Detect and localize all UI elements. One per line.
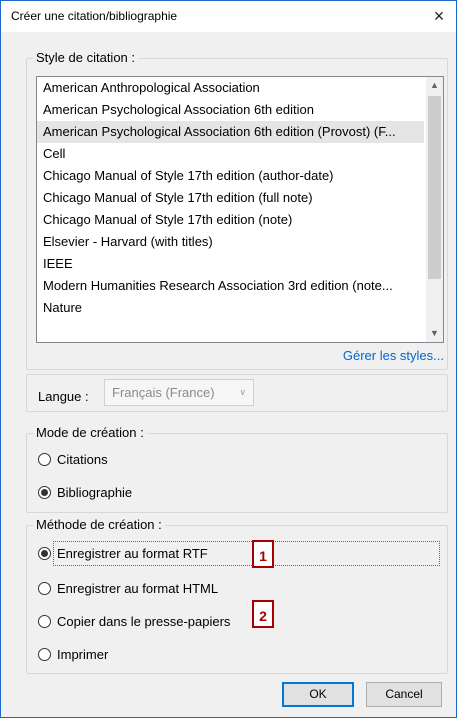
callout-badge-1: 1 bbox=[252, 540, 274, 568]
language-dropdown[interactable]: Français (France) ∨ bbox=[104, 379, 254, 406]
radio-save-html-label: Enregistrer au format HTML bbox=[57, 580, 219, 596]
list-item[interactable]: IEEE bbox=[37, 253, 424, 275]
create-citation-dialog: Créer une citation/bibliographie × Style… bbox=[0, 0, 457, 718]
list-item[interactable]: Modern Humanities Research Association 3… bbox=[37, 275, 424, 297]
window-title: Créer une citation/bibliographie bbox=[11, 9, 178, 23]
list-item[interactable]: Chicago Manual of Style 17th edition (fu… bbox=[37, 187, 424, 209]
scrollbar-thumb[interactable] bbox=[428, 96, 441, 279]
chevron-down-icon: ∨ bbox=[239, 387, 246, 397]
radio-icon bbox=[38, 647, 51, 661]
radio-citations[interactable]: Citations bbox=[38, 449, 108, 469]
radio-icon bbox=[38, 614, 51, 628]
radio-selected-icon bbox=[38, 485, 51, 499]
list-item[interactable]: Cell bbox=[37, 143, 424, 165]
list-item[interactable]: Elsevier - Harvard (with titles) bbox=[37, 231, 424, 253]
radio-copy-clipboard[interactable]: Copier dans le presse-papiers bbox=[38, 611, 230, 631]
scroll-up-icon[interactable]: ▲ bbox=[426, 77, 443, 94]
list-item[interactable]: American Anthropological Association bbox=[37, 77, 424, 99]
radio-selected-icon bbox=[38, 546, 51, 560]
radio-print-label: Imprimer bbox=[57, 646, 109, 662]
citation-style-label: Style de citation : bbox=[33, 50, 138, 65]
radio-citations-label: Citations bbox=[57, 451, 108, 467]
list-item[interactable]: Nature bbox=[37, 297, 424, 319]
list-item-selected[interactable]: American Psychological Association 6th e… bbox=[37, 121, 424, 143]
radio-icon bbox=[38, 581, 51, 595]
list-item[interactable]: American Psychological Association 6th e… bbox=[37, 99, 424, 121]
manage-styles-link[interactable]: Gérer les styles... bbox=[343, 348, 444, 363]
radio-save-html[interactable]: Enregistrer au format HTML bbox=[38, 578, 218, 598]
creation-mode-label: Mode de création : bbox=[33, 425, 147, 440]
list-item[interactable]: Chicago Manual of Style 17th edition (au… bbox=[37, 165, 424, 187]
citation-style-list[interactable]: American Anthropological Association Ame… bbox=[36, 76, 444, 343]
scroll-down-icon[interactable]: ▼ bbox=[426, 325, 443, 342]
radio-save-rtf[interactable]: Enregistrer au format RTF bbox=[38, 543, 208, 563]
cancel-button[interactable]: Cancel bbox=[366, 682, 442, 707]
title-bar: Créer une citation/bibliographie × bbox=[1, 1, 456, 32]
radio-bibliographie-label: Bibliographie bbox=[57, 484, 133, 500]
close-icon[interactable]: × bbox=[428, 5, 450, 27]
radio-bibliographie[interactable]: Bibliographie bbox=[38, 482, 132, 502]
language-value: Français (France) bbox=[112, 385, 215, 400]
ok-button[interactable]: OK bbox=[282, 682, 354, 707]
list-item[interactable]: Chicago Manual of Style 17th edition (no… bbox=[37, 209, 424, 231]
creation-method-label: Méthode de création : bbox=[33, 517, 165, 532]
callout-badge-2: 2 bbox=[252, 600, 274, 628]
radio-save-rtf-label: Enregistrer au format RTF bbox=[57, 545, 208, 561]
vertical-scrollbar[interactable]: ▲ ▼ bbox=[426, 77, 443, 342]
radio-copy-clipboard-label: Copier dans le presse-papiers bbox=[57, 613, 231, 629]
radio-print[interactable]: Imprimer bbox=[38, 644, 108, 664]
radio-icon bbox=[38, 452, 51, 466]
language-label: Langue : bbox=[38, 389, 89, 404]
